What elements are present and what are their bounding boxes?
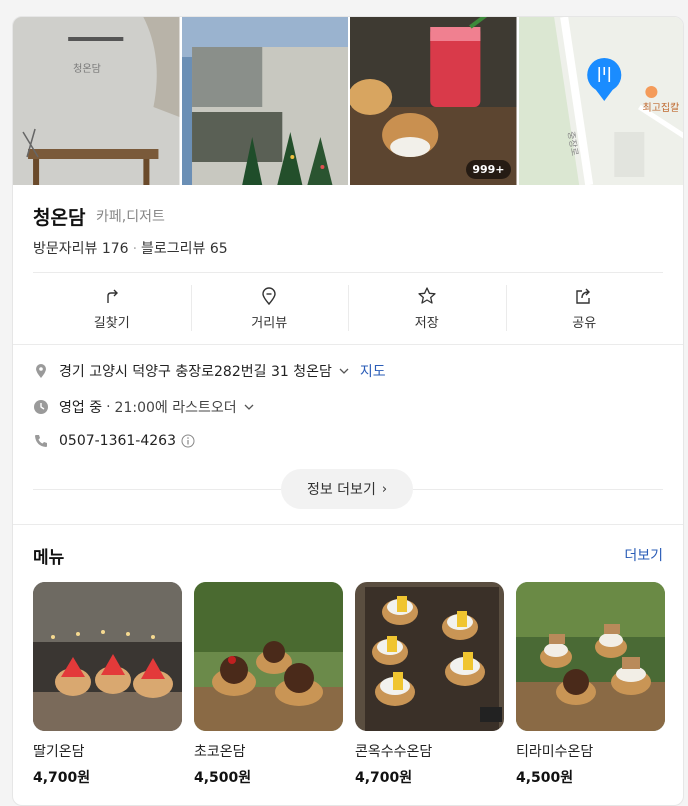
phone-row: 0507-1361-4263 — [33, 433, 195, 449]
menu-item-image — [355, 582, 504, 731]
streetview-icon — [262, 286, 276, 305]
menu-item-name: 초코온담 — [194, 744, 246, 760]
address-row: 경기 고양시 덕양구 충장로282번길 31 청온담 지도 — [33, 361, 386, 381]
hours-row: 영업 중 · 21:00에 라스트오더 — [33, 397, 255, 417]
hours-text: 21:00에 라스트오더 — [114, 400, 237, 416]
photo-building[interactable] — [181, 17, 348, 185]
directions-label: 길찾기 — [93, 315, 130, 331]
phone-icon — [35, 435, 47, 447]
share-label: 공유 — [572, 315, 597, 331]
place-card: 청온담 999+ 최고집칼 중장로 청온담 카페,디저트 방문자리뷰 176 ·… — [12, 16, 684, 806]
more-info-label: 정보 더보기 — [306, 482, 376, 498]
menu-item-price: 4,500원 — [194, 770, 252, 786]
address-text: 경기 고양시 덕양구 충장로282번길 31 청온담 — [59, 364, 332, 380]
map-link[interactable]: 지도 — [360, 361, 386, 381]
chevron-down-icon[interactable] — [243, 401, 255, 413]
menu-item[interactable]: 티라미수온담 4,500원 — [516, 582, 665, 787]
save-label: 저장 — [414, 315, 439, 331]
separator-dot: · — [106, 399, 111, 415]
menu-item[interactable]: 콘옥수수온담 4,700원 — [355, 582, 504, 787]
menu-item-image — [516, 582, 665, 731]
photo-storefront[interactable]: 청온담 — [13, 17, 180, 185]
visitor-review-count[interactable]: 방문자리뷰 176 — [33, 241, 129, 257]
map-place-label: 최고집칼 — [642, 103, 680, 114]
photo-drink-dessert[interactable]: 999+ — [350, 17, 517, 185]
open-status: 영업 중 — [59, 400, 103, 416]
place-name: 청온담 — [33, 207, 86, 229]
streetview-button[interactable]: 거리뷰 — [190, 283, 349, 333]
menu-item-image — [194, 582, 343, 731]
menu-section-title: 메뉴 — [33, 548, 65, 568]
menu-list: 딸기온담 4,700원 초코온담 4,500원 콘옥수수온담 4,700원 티라… — [33, 582, 665, 787]
menu-item-price: 4,500원 — [516, 770, 574, 786]
star-icon — [418, 286, 436, 304]
menu-item-name: 딸기온담 — [33, 744, 85, 760]
info-icon[interactable] — [181, 434, 195, 448]
photo-strip: 청온담 999+ 최고집칼 중장로 — [13, 17, 683, 185]
menu-item-name: 티라미수온담 — [516, 744, 594, 760]
photo-count-badge: 999+ — [466, 160, 511, 179]
location-pin-icon — [36, 364, 46, 378]
menu-item-price: 4,700원 — [355, 770, 413, 786]
place-category: 카페,디저트 — [96, 209, 165, 225]
menu-item[interactable]: 초코온담 4,500원 — [194, 582, 343, 787]
menu-item[interactable]: 딸기온담 4,700원 — [33, 582, 182, 787]
chevron-down-icon[interactable] — [338, 365, 350, 377]
menu-more-link[interactable]: 더보기 — [624, 545, 663, 565]
divider — [13, 344, 683, 345]
section-divider — [13, 524, 683, 525]
streetview-label: 거리뷰 — [251, 315, 288, 331]
review-summary: 방문자리뷰 176 · 블로그리뷰 65 — [33, 238, 228, 258]
divider — [33, 272, 663, 273]
clock-icon — [34, 400, 48, 414]
directions-icon — [107, 289, 118, 303]
svg-text:청온담: 청온담 — [73, 63, 101, 75]
menu-item-price: 4,700원 — [33, 770, 91, 786]
save-button[interactable]: 저장 — [348, 283, 506, 333]
action-bar: 길찾기 거리뷰 저장 공유 — [33, 283, 663, 333]
menu-item-image — [33, 582, 182, 731]
separator-dot: · — [132, 241, 138, 257]
photo-map[interactable]: 최고집칼 중장로 — [518, 17, 683, 185]
phone-number[interactable]: 0507-1361-4263 — [59, 433, 176, 449]
share-button[interactable]: 공유 — [505, 283, 664, 333]
menu-item-name: 콘옥수수온담 — [355, 744, 433, 760]
share-icon — [576, 288, 591, 304]
blog-review-count[interactable]: 블로그리뷰 65 — [141, 241, 228, 257]
directions-button[interactable]: 길찾기 — [33, 283, 191, 333]
chevron-right-icon: › — [381, 481, 388, 497]
more-info-button[interactable]: 정보 더보기 › — [281, 469, 413, 509]
